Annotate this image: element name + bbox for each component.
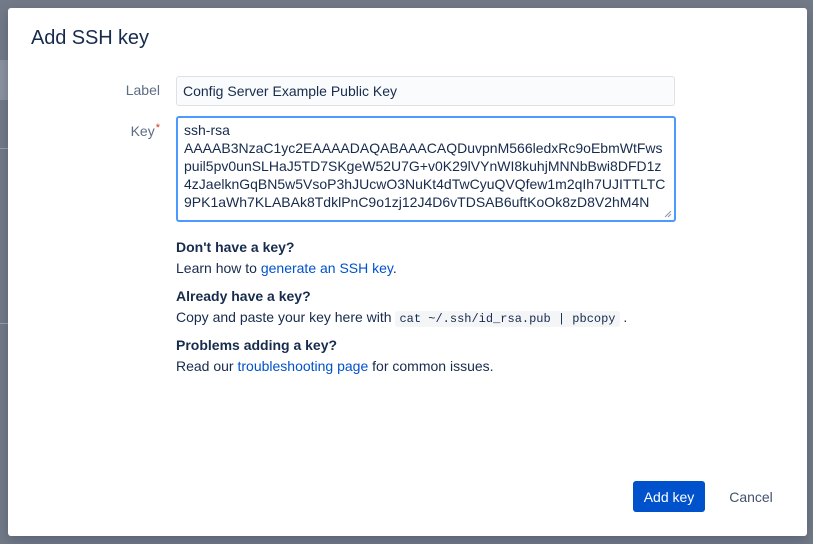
label-input[interactable] bbox=[176, 76, 675, 106]
help-have-key-text: Copy and paste your key here with cat ~/… bbox=[176, 308, 627, 328]
add-ssh-key-dialog: Add SSH key Label Key* ssh-rsa AAAAB3Nza… bbox=[8, 8, 807, 536]
help-no-key-suffix: . bbox=[392, 260, 397, 276]
label-field-label: Label bbox=[125, 82, 160, 98]
generate-ssh-key-link[interactable]: generate an SSH key bbox=[261, 260, 393, 276]
key-field-label: Key* bbox=[130, 122, 160, 139]
help-problems-text: Read our troubleshooting page for common… bbox=[176, 357, 494, 375]
help-have-key-heading: Already have a key? bbox=[176, 288, 311, 304]
resize-handle-icon[interactable] bbox=[664, 210, 672, 218]
help-problems: Problems adding a key? Read our troubles… bbox=[176, 336, 494, 375]
help-problems-suffix: for common issues. bbox=[368, 358, 494, 374]
help-no-key: Don't have a key? Learn how to generate … bbox=[176, 238, 397, 277]
help-problems-prefix: Read our bbox=[176, 358, 238, 374]
key-textarea[interactable]: ssh-rsa AAAAB3NzaC1yc2EAAAADAQABAAACAQDu… bbox=[176, 116, 676, 222]
copy-command-code: cat ~/.ssh/id_rsa.pub | pbcopy bbox=[395, 311, 620, 327]
help-have-key-suffix: . bbox=[619, 309, 628, 325]
cancel-button[interactable]: Cancel bbox=[718, 481, 784, 512]
help-have-key: Already have a key? Copy and paste your … bbox=[176, 287, 627, 328]
required-indicator: * bbox=[155, 122, 160, 134]
help-have-key-prefix: Copy and paste your key here with bbox=[176, 309, 396, 325]
key-label-text: Key bbox=[130, 123, 155, 139]
help-no-key-text: Learn how to generate an SSH key. bbox=[176, 259, 397, 277]
troubleshooting-link[interactable]: troubleshooting page bbox=[237, 358, 368, 374]
dialog-title: Add SSH key bbox=[31, 27, 149, 49]
help-no-key-heading: Don't have a key? bbox=[176, 239, 295, 255]
add-key-button[interactable]: Add key bbox=[633, 481, 705, 512]
help-no-key-prefix: Learn how to bbox=[176, 260, 261, 276]
help-problems-heading: Problems adding a key? bbox=[176, 337, 338, 353]
